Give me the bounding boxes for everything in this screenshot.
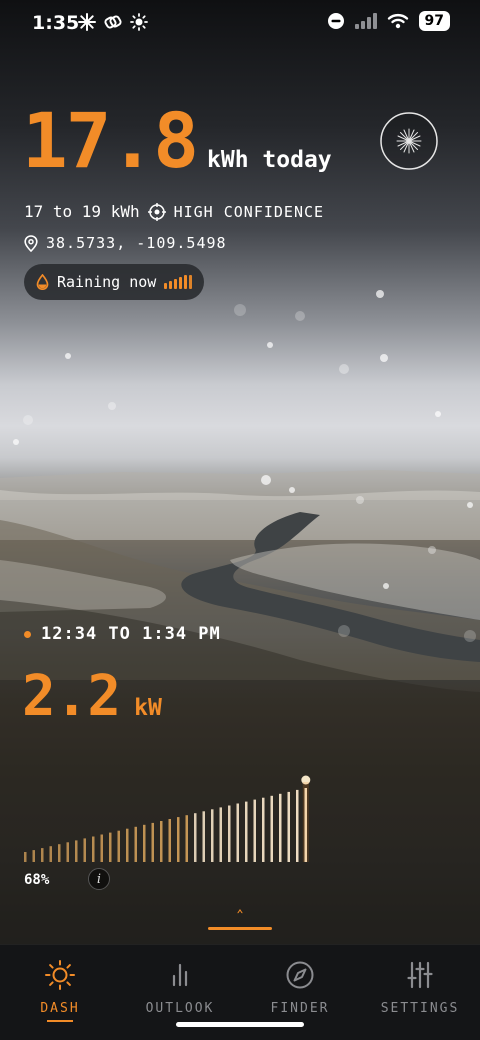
tab-settings[interactable]: SETTINGS: [360, 959, 480, 1016]
tab-settings-label: SETTINGS: [380, 1001, 460, 1016]
energy-value: 17.8: [22, 96, 199, 185]
status-bar: 1:35 97: [0, 0, 480, 48]
tab-dash-label: DASH: [40, 1001, 80, 1016]
sun-small-icon: [130, 13, 148, 31]
window-dot: [24, 630, 31, 638]
weather-chip-label: Raining now: [57, 273, 157, 291]
capacity-bar: [194, 813, 197, 862]
capacity-bar: [143, 824, 146, 862]
expand-handle[interactable]: ⌃: [208, 908, 272, 930]
capacity-bar: [117, 830, 120, 862]
chevron-up-icon: ⌃: [236, 907, 244, 921]
raindrop-icon: [36, 274, 49, 290]
capacity-bar: [92, 836, 95, 862]
battery-level: 97: [418, 11, 450, 31]
capacity-bar: [41, 848, 44, 862]
location-pin-icon: [24, 234, 38, 252]
energy-today: 17.8 kWh today: [22, 96, 332, 185]
capacity-bar: [270, 795, 273, 862]
tab-outlook-label: OUTLOOK: [145, 1001, 215, 1016]
sliders-icon: [407, 961, 433, 989]
forecast-range: 17 to 19 kWh: [24, 202, 140, 221]
location-row: 38.5733, -109.5498: [24, 234, 227, 252]
capacity-bar: [100, 834, 103, 862]
peak-window-label: 12:34 TO 1:34 PM: [41, 624, 221, 644]
capacity-bar: [24, 852, 27, 862]
status-right-icons: 97: [327, 11, 450, 31]
weather-dial-icon[interactable]: [380, 112, 438, 170]
capacity-bar: [279, 793, 282, 862]
capacity-bar: [32, 850, 35, 862]
capacity-bar: [66, 842, 69, 862]
capacity-bar-glow: [302, 782, 309, 862]
do-not-disturb-icon: [327, 13, 344, 29]
coordinates: 38.5733, -109.5498: [46, 234, 227, 252]
target-icon: [147, 202, 166, 221]
confidence-label: HIGH CONFIDENCE: [173, 202, 325, 221]
capacity-bar: [160, 821, 163, 862]
capacity-bar: [83, 838, 86, 862]
sun-icon: [45, 960, 75, 990]
energy-unit: kWh today: [207, 147, 332, 173]
burst-icon: [78, 13, 96, 31]
capacity-bar: [296, 789, 299, 862]
capacity-bar: [236, 803, 239, 862]
tab-finder-label: FINDER: [270, 1001, 330, 1016]
power-value: 2.2: [22, 664, 121, 729]
cellular-signal-icon: [354, 13, 377, 29]
capacity-bar-gauge: [24, 775, 311, 862]
tab-outlook[interactable]: OUTLOOK: [120, 959, 240, 1016]
info-icon[interactable]: i: [88, 868, 110, 890]
weather-chip[interactable]: Raining now: [24, 264, 205, 300]
capacity-bar: [134, 826, 137, 862]
capacity-bar: [211, 809, 214, 862]
capacity-bar: [228, 805, 231, 862]
capacity-bar: [287, 791, 290, 862]
link-icon: [104, 15, 122, 29]
compass-icon: [286, 961, 314, 989]
capacity-bar: [109, 832, 112, 862]
dashboard-screen: 1:35 97 17.8 kWh today 17 to 19 kWh HIGH…: [0, 0, 480, 1040]
handle-line: [208, 927, 272, 930]
status-time: 1:35: [32, 12, 80, 34]
capacity-bar: [245, 801, 248, 862]
capacity-bar: [219, 807, 222, 862]
capacity-bar: [262, 797, 265, 862]
capacity-bar: [177, 817, 180, 862]
tab-dash[interactable]: DASH: [0, 959, 120, 1022]
capacity-bar: [49, 846, 52, 862]
power-unit: kW: [134, 695, 162, 721]
capacity-bar: [185, 815, 188, 862]
capacity-percent: 68%: [24, 872, 50, 888]
capacity-bar: [151, 822, 154, 862]
capacity-bar: [75, 840, 78, 862]
capacity-bar: [168, 819, 171, 862]
status-left-icons: [78, 13, 148, 31]
tab-finder[interactable]: FINDER: [240, 959, 360, 1016]
current-power: 2.2 kW: [22, 664, 162, 729]
capacity-bar: [58, 844, 61, 862]
peak-window: 12:34 TO 1:34 PM: [24, 624, 221, 644]
forecast-range-row: 17 to 19 kWh HIGH CONFIDENCE: [24, 202, 324, 221]
capacity-bar: [253, 799, 256, 862]
wifi-icon: [387, 13, 408, 29]
capacity-bar: [126, 828, 129, 862]
bar-chart-icon: [172, 963, 188, 987]
capacity-bar: [202, 811, 205, 862]
home-indicator[interactable]: [176, 1022, 304, 1027]
active-tab-indicator: [47, 1020, 73, 1022]
rain-intensity-icon: [164, 275, 193, 289]
